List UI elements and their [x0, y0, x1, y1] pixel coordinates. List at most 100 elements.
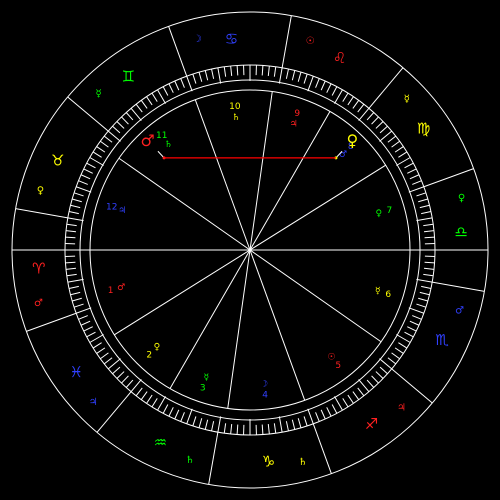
sign-ruler-glyph-scorpio: ♂: [455, 306, 464, 317]
house-number-10: 10: [229, 102, 241, 112]
degree-tick: [73, 192, 84, 197]
sign-boundary-line: [391, 368, 433, 404]
sign-boundary-line: [26, 312, 77, 332]
degree-tick: [285, 68, 289, 79]
degree-tick: [174, 409, 180, 420]
degree-tick: [66, 223, 77, 227]
degree-tick: [217, 416, 222, 433]
house-cusp-line: [249, 249, 382, 343]
degree-tick: [412, 180, 422, 185]
degree-tick: [347, 394, 354, 404]
sign-ruler-glyph-cancer: ☽: [193, 34, 202, 45]
house-ruler-glyph-6: ☿: [375, 286, 381, 296]
astrology-chart: ♈ ♂ ♉ ♀ ♊ ☿ ♋ ☽ ♌ ☉ ♍ ☿ ♎ ♀ ♏ ♂ ♐ ♃ ♑ ♄ ♒ ♄ ♓ ♃ 1 ♂ 2 ♀ 3 ☿ 4 ☽ 5 ☉ 6 ☿ 7 ♀ 8 ♂…: [0, 0, 500, 500]
degree-tick: [135, 387, 143, 397]
degree-tick: [416, 303, 427, 308]
sign-ruler-glyph-aries: ♂: [34, 298, 43, 309]
degree-tick: [421, 211, 432, 215]
degree-tick: [418, 198, 428, 203]
house-cusp-line: [249, 249, 306, 401]
sign-boundary-line: [432, 281, 485, 292]
degree-tick: [331, 404, 338, 414]
sign-ruler-glyph-aquarius: ♄: [185, 455, 194, 466]
house-cusp-line: [227, 249, 251, 409]
degree-tick: [352, 391, 360, 400]
degree-tick: [100, 352, 109, 360]
degree-tick: [396, 157, 411, 166]
degree-tick: [230, 65, 233, 77]
wheel-lines: [11, 11, 489, 489]
sign-ruler-glyph-gemini: ☿: [95, 89, 101, 100]
degree-tick: [192, 416, 197, 427]
house-number-4: 4: [262, 390, 268, 400]
degree-tick: [396, 334, 411, 343]
degree-tick: [116, 121, 125, 129]
degree-tick: [151, 92, 158, 102]
degree-tick: [146, 96, 153, 106]
house-cusp-line: [169, 249, 251, 389]
degree-tick: [168, 83, 174, 93]
sign-glyph-aries: ♈: [32, 260, 45, 278]
degree-tick: [100, 140, 109, 148]
natal-chart-wheel: ♈♂♉♀♊☿♋☽♌☉♍☿♎♀♏♂♐♃♑ ♄♒♄♓♃1 ♂2♀3☿4☽5☉6☿7♀8♂…: [11, 11, 489, 489]
house-cusp-line: [249, 111, 331, 251]
degree-tick: [223, 66, 227, 77]
degree-tick: [418, 297, 428, 302]
house-cusp-line: [118, 157, 251, 251]
degree-tick: [285, 421, 289, 432]
house-ruler-glyph-3: ☿: [204, 373, 210, 383]
degree-tick: [130, 379, 142, 393]
degree-tick: [116, 371, 125, 379]
planets: ♂ ♀: [141, 131, 358, 160]
sign-ruler-glyph-leo: ☉: [306, 36, 315, 47]
degree-tick: [303, 73, 308, 84]
degree-tick: [371, 116, 379, 125]
degree-tick: [375, 371, 384, 379]
degree-tick: [67, 278, 84, 283]
house-cusp-line: [194, 99, 251, 251]
degree-tick: [334, 396, 343, 411]
degree-tick: [315, 78, 320, 88]
degree-tick: [83, 326, 93, 332]
degree-tick: [186, 75, 193, 92]
degree-tick: [78, 180, 88, 185]
degree-tick: [80, 174, 91, 180]
degree-tick: [83, 168, 93, 174]
degree-tick: [75, 186, 92, 193]
degree-tick: [125, 112, 134, 121]
degree-tick: [80, 320, 91, 326]
degree-tick: [140, 100, 148, 109]
degree-tick: [358, 379, 370, 393]
degree-tick: [404, 162, 414, 169]
sign-ruler-glyph-libra: ♀: [458, 193, 465, 204]
degree-tick: [267, 423, 270, 435]
sign-glyph-cancer: ♋: [225, 30, 238, 48]
degree-tick: [211, 68, 215, 79]
house-number-12: 12: [106, 203, 117, 213]
degree-tick: [65, 236, 76, 239]
sign-glyph-scorpio: ♏: [435, 331, 449, 349]
degree-tick: [112, 125, 121, 134]
degree-tick: [297, 72, 302, 82]
degree-tick: [320, 80, 326, 91]
degree-tick: [75, 307, 92, 314]
sign-ruler-glyph-virgo: ☿: [404, 94, 410, 105]
degree-tick: [273, 423, 277, 434]
degree-tick: [135, 103, 143, 113]
house-ruler-glyph-7: ♀: [376, 209, 383, 219]
degree-tick: [423, 267, 435, 270]
house-cusp-line: [249, 164, 386, 251]
degree-tick: [162, 404, 169, 414]
sign-ruler-glyph-pisces: ♃: [89, 397, 98, 408]
degree-tick: [273, 66, 277, 77]
degree-tick: [387, 135, 397, 143]
degree-tick: [103, 357, 113, 365]
degree-tick: [398, 342, 408, 349]
degree-tick: [121, 375, 129, 384]
degree-tick: [112, 366, 121, 375]
degree-tick: [86, 331, 96, 338]
degree-tick: [352, 100, 360, 109]
degree-tick: [103, 135, 113, 143]
degree-tick: [331, 86, 338, 96]
degree-tick: [92, 151, 102, 158]
